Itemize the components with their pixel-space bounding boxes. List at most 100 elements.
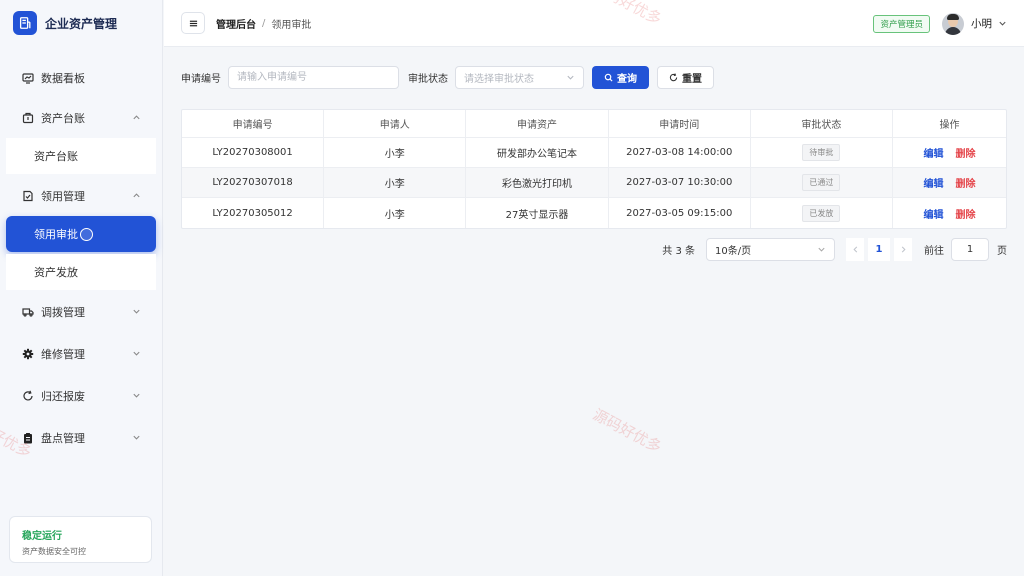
chevron-down-icon — [132, 391, 142, 401]
cell-asset: 研发部办公笔记本 — [466, 138, 609, 167]
ledger-icon — [22, 112, 34, 124]
menu-toggle-button[interactable] — [181, 12, 205, 34]
sidebar-menu: 数据看板 资产台账 资产台账 领用管理 领用审批 资产发放 调拨管理 维修管理 … — [0, 58, 162, 458]
chevron-up-icon — [132, 191, 142, 201]
edit-button[interactable]: 编辑 — [924, 145, 944, 160]
hamburger-icon — [189, 20, 197, 26]
delete-button[interactable]: 删除 — [956, 175, 976, 190]
sidebar-item-dashboard[interactable]: 数据看板 — [0, 58, 162, 98]
sidebar: 企业资产管理 数据看板 资产台账 资产台账 领用管理 领用审批 资产发放 调拨管… — [0, 0, 163, 576]
chevron-down-icon[interactable] — [998, 19, 1007, 28]
chevron-down-icon — [132, 349, 142, 359]
table-row: LY20270305012 小李 27英寸显示器 2027-03-05 09:1… — [182, 198, 1006, 228]
code-filter-label: 申请编号 — [181, 74, 221, 85]
cell-actions: 编辑 删除 — [893, 198, 1006, 228]
sidebar-item-requisition[interactable]: 领用管理 — [0, 176, 162, 216]
column-header: 申请编号 — [182, 110, 325, 137]
chevron-right-icon — [901, 246, 906, 253]
cell-asset: 彩色激光打印机 — [466, 168, 609, 197]
refresh-icon — [669, 73, 678, 82]
delete-button[interactable]: 删除 — [956, 206, 976, 221]
sidebar-item-label: 归还报废 — [41, 390, 85, 403]
chevron-down-icon — [818, 247, 825, 252]
app-logo-icon — [13, 11, 37, 35]
next-page-button[interactable] — [894, 238, 912, 261]
table-row: LY20270307018 小李 彩色激光打印机 2027-03-07 10:3… — [182, 168, 1006, 198]
pagination: 共 3 条 10条/页 1 前往 页 — [662, 238, 1007, 261]
search-icon — [604, 73, 613, 82]
filter-bar: 申请编号 审批状态 请选择审批状态 查询 重置 — [181, 66, 714, 89]
cell-code: LY20270305012 — [182, 198, 325, 228]
requisition-table: 申请编号 申请人 申请资产 申请时间 审批状态 操作 LY20270308001… — [181, 109, 1007, 229]
page-unit-label: 页 — [997, 246, 1007, 257]
edit-button[interactable]: 编辑 — [924, 206, 944, 221]
sidebar-item-transfer[interactable]: 调拨管理 — [0, 292, 162, 332]
sidebar-item-label: 领用管理 — [41, 190, 85, 203]
user-area: 资产管理员 小明 — [873, 0, 1007, 47]
sidebar-item-maintenance[interactable]: 维修管理 — [0, 334, 162, 374]
edit-button[interactable]: 编辑 — [924, 175, 944, 190]
sidebar-item-label: 维修管理 — [41, 348, 85, 361]
page-size-value: 10条/页 — [715, 246, 752, 257]
sidebar-item-label: 数据看板 — [41, 72, 85, 85]
sidebar-subitem-label: 资产发放 — [34, 266, 78, 279]
approval-status-select[interactable]: 请选择审批状态 — [455, 66, 584, 89]
chevron-down-icon — [567, 75, 574, 80]
cell-status: 已通过 — [751, 168, 894, 197]
search-button-label: 查询 — [617, 74, 637, 85]
search-button[interactable]: 查询 — [592, 66, 649, 89]
top-header: 管理后台 / 领用审批 资产管理员 小明 — [164, 0, 1024, 47]
cell-applicant: 小李 — [324, 198, 467, 228]
breadcrumb-root[interactable]: 管理后台 — [216, 16, 256, 31]
brand: 企业资产管理 — [0, 0, 162, 46]
reset-button[interactable]: 重置 — [657, 66, 714, 89]
page-size-select[interactable]: 10条/页 — [706, 238, 835, 261]
app-title: 企业资产管理 — [45, 16, 118, 31]
sidebar-subitem-label: 领用审批 — [34, 228, 78, 241]
dashboard-icon — [22, 72, 34, 84]
status-select-placeholder: 请选择审批状态 — [464, 74, 534, 85]
requisition-icon — [22, 190, 34, 202]
cursor-ring-icon — [80, 227, 93, 241]
column-header: 操作 — [939, 120, 960, 131]
gear-icon — [22, 348, 34, 360]
column-header: 申请人 — [324, 110, 467, 137]
column-header: 申请资产 — [466, 110, 609, 137]
sidebar-item-inventory[interactable]: 盘点管理 — [0, 418, 162, 458]
cell-asset: 27英寸显示器 — [466, 198, 609, 228]
sidebar-item-return-scrap[interactable]: 归还报废 — [0, 376, 162, 416]
status-title: 稳定运行 — [22, 531, 62, 542]
application-code-input[interactable] — [228, 66, 399, 89]
sidebar-item-label: 调拨管理 — [41, 306, 85, 319]
page-number-current[interactable]: 1 — [868, 238, 890, 261]
refresh-icon — [22, 390, 34, 402]
sidebar-item-asset-ledger[interactable]: 资产台账 — [0, 98, 162, 138]
avatar[interactable] — [942, 12, 964, 35]
sidebar-item-label: 盘点管理 — [41, 432, 85, 445]
sidebar-item-label: 资产台账 — [41, 112, 85, 125]
sidebar-subitem-distribution[interactable]: 资产发放 — [6, 254, 156, 290]
status-badge: 已通过 — [802, 174, 841, 191]
role-badge: 资产管理员 — [873, 14, 930, 33]
sidebar-subitem-approval[interactable]: 领用审批 — [6, 216, 156, 252]
sidebar-subitem-label: 资产台账 — [34, 150, 78, 163]
status-filter-label: 审批状态 — [408, 74, 448, 85]
status-subtitle: 资产数据安全可控 — [22, 547, 86, 556]
goto-page-input[interactable] — [951, 238, 989, 261]
cell-applicant: 小李 — [324, 138, 467, 167]
clipboard-icon — [22, 432, 34, 444]
prev-page-button[interactable] — [846, 238, 864, 261]
system-status-card: 稳定运行 资产数据安全可控 — [9, 516, 152, 563]
breadcrumb: 管理后台 / 领用审批 — [216, 16, 311, 31]
column-header: 审批状态 — [751, 110, 894, 137]
table-row: LY20270308001 小李 研发部办公笔记本 2027-03-08 14:… — [182, 138, 1006, 168]
cell-status: 待审批 — [751, 138, 894, 167]
sidebar-subitem-asset-ledger[interactable]: 资产台账 — [6, 138, 156, 174]
main-content: 申请编号 审批状态 请选择审批状态 查询 重置 申请编号 申请人 申请资产 申请… — [164, 48, 1024, 576]
status-badge: 已发放 — [802, 204, 841, 222]
delete-button[interactable]: 删除 — [956, 145, 976, 160]
goto-label: 前往 — [924, 246, 944, 257]
user-name[interactable]: 小明 — [971, 16, 992, 31]
cell-code: LY20270307018 — [182, 168, 325, 197]
breadcrumb-current: 领用审批 — [271, 19, 312, 31]
